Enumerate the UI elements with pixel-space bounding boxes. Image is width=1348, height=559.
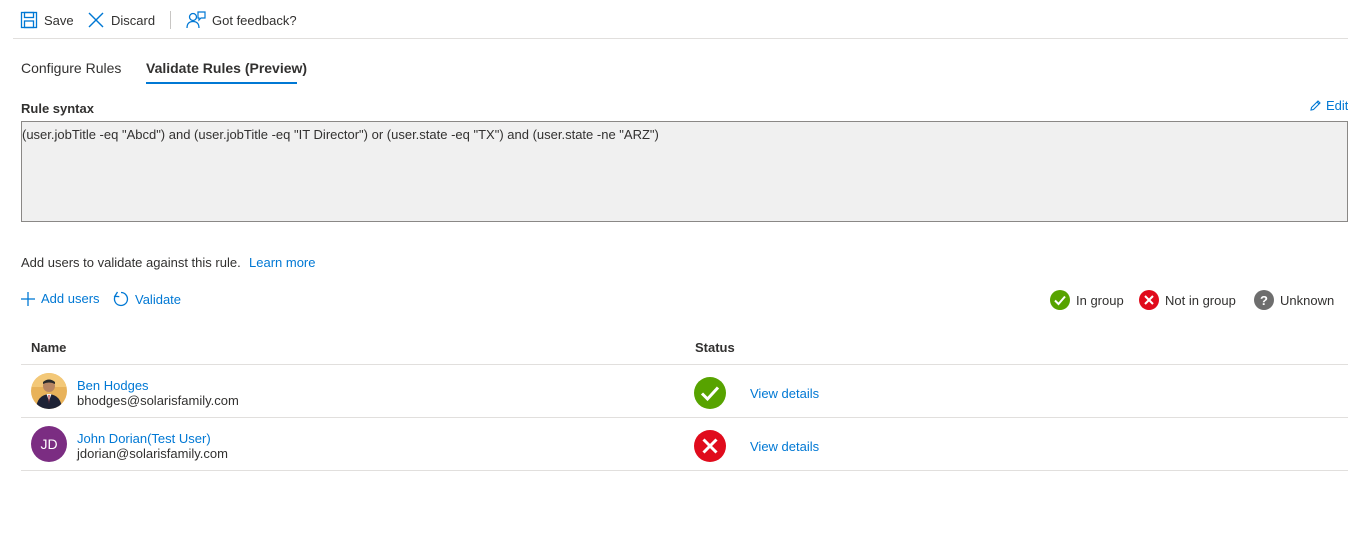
table-row: JD John Dorian(Test User) jdorian@solari… [0, 418, 1348, 470]
add-users-label: Add users [41, 291, 100, 306]
tab-validate-rules[interactable]: Validate Rules (Preview) [146, 60, 307, 76]
save-icon [20, 11, 38, 29]
user-email: bhodges@solarisfamily.com [77, 393, 239, 408]
validate-hint: Add users to validate against this rule. [21, 255, 241, 270]
command-bar: Save Discard Got feedback? [13, 0, 1348, 39]
toolbar-divider [170, 11, 171, 29]
legend-not-in-group: Not in group [1139, 290, 1236, 310]
view-details-link[interactable]: View details [750, 439, 819, 454]
legend-unknown: ? Unknown [1254, 290, 1334, 310]
column-header-status[interactable]: Status [695, 340, 735, 355]
rule-syntax-label: Rule syntax [21, 101, 94, 116]
save-label: Save [44, 12, 74, 28]
row-divider [21, 470, 1348, 471]
user-name-link[interactable]: Ben Hodges [77, 378, 149, 393]
save-button[interactable]: Save [20, 9, 74, 31]
add-users-button[interactable]: Add users [21, 291, 100, 306]
user-name-link[interactable]: John Dorian(Test User) [77, 431, 211, 446]
discard-button[interactable]: Discard [87, 9, 155, 31]
check-circle-icon [694, 377, 726, 409]
column-header-name[interactable]: Name [31, 340, 66, 355]
edit-button[interactable]: Edit [1309, 98, 1348, 113]
user-email: jdorian@solarisfamily.com [77, 446, 228, 461]
discard-label: Discard [111, 12, 156, 28]
rule-syntax-text: (user.jobTitle -eq "Abcd") and (user.job… [22, 127, 659, 142]
check-circle-icon [1050, 290, 1070, 310]
edit-label: Edit [1326, 98, 1348, 113]
legend-in-group-label: In group [1076, 292, 1124, 308]
feedback-button[interactable]: Got feedback? [186, 9, 297, 31]
legend-unknown-label: Unknown [1280, 292, 1335, 308]
avatar: JD [31, 426, 67, 462]
refresh-icon [113, 291, 129, 307]
question-circle-icon: ? [1254, 290, 1274, 310]
learn-more-link[interactable]: Learn more [249, 255, 315, 270]
legend-not-in-group-label: Not in group [1165, 292, 1236, 308]
svg-text:?: ? [1260, 293, 1268, 308]
table-row: Ben Hodges bhodges@solarisfamily.com Vie… [0, 365, 1348, 417]
validate-button[interactable]: Validate [113, 291, 181, 307]
feedback-icon [186, 11, 206, 29]
active-tab-indicator [146, 82, 297, 84]
tab-configure-rules[interactable]: Configure Rules [21, 60, 121, 76]
error-circle-icon [694, 430, 726, 462]
validate-label: Validate [135, 291, 182, 307]
discard-icon [88, 12, 104, 28]
view-details-link[interactable]: View details [750, 386, 819, 401]
legend-in-group: In group [1050, 290, 1124, 310]
avatar [31, 373, 67, 409]
feedback-label: Got feedback? [212, 12, 297, 28]
edit-icon [1310, 100, 1321, 111]
error-circle-icon [1139, 290, 1159, 310]
add-icon [21, 291, 35, 306]
rule-syntax-box: (user.jobTitle -eq "Abcd") and (user.job… [21, 121, 1348, 222]
